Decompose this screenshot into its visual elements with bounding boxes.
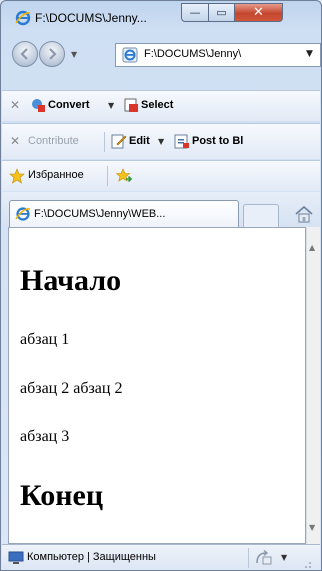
paragraph-2: абзац 2 абзац 2	[20, 380, 123, 397]
heading-start: Начало	[20, 264, 122, 297]
select-button[interactable]: Select	[141, 99, 173, 111]
edit-dropdown-icon[interactable]: ▼	[158, 137, 164, 146]
home-icon[interactable]	[294, 205, 314, 223]
back-arrow-icon	[20, 48, 28, 60]
status-separator	[248, 548, 249, 568]
window-controls: — ▭ ✕	[181, 3, 283, 24]
scroll-up-icon[interactable]: ▲	[309, 243, 315, 252]
toolbar-contribute: ✕ Contribute Edit ▼ Post to Bl	[2, 123, 320, 159]
paragraph-3: абзац 3	[20, 428, 70, 445]
recent-pages-dropdown-icon[interactable]: ▼	[71, 50, 77, 59]
address-bar[interactable]: F:\DOCUMS\Jenny\ ▼	[115, 43, 321, 67]
window-title: F:\DOCUMS\Jenny...	[35, 11, 147, 25]
edit-button[interactable]: Edit	[129, 135, 150, 147]
maximize-button[interactable]: ▭	[209, 3, 235, 22]
address-text: F:\DOCUMS\Jenny\	[144, 48, 242, 60]
page-ie-icon	[122, 47, 138, 63]
paragraph-1: абзац 1	[20, 331, 70, 348]
favorites-bar: Избранное	[2, 160, 320, 191]
convert-dropdown-icon[interactable]: ▼	[108, 101, 114, 110]
tab-label: F:\DOCUMS\Jenny\WEB...	[34, 208, 166, 220]
scroll-down-icon[interactable]: ▼	[309, 523, 315, 532]
ie-logo-icon	[15, 10, 31, 26]
close-toolbar-icon[interactable]: ✕	[10, 98, 20, 112]
computer-zone-icon	[8, 551, 24, 564]
convert-button[interactable]: Convert	[48, 99, 90, 111]
address-dropdown-icon[interactable]: ▼	[306, 49, 313, 59]
title-bar[interactable]: F:\DOCUMS\Jenny... — ▭ ✕	[1, 1, 321, 35]
minimize-button[interactable]: —	[181, 3, 209, 22]
status-bar: Компьютер | Защищенны ▼	[2, 544, 320, 570]
tab-active[interactable]: F:\DOCUMS\Jenny\WEB...	[9, 200, 239, 227]
favorites-star-icon	[9, 168, 25, 184]
navigation-bar: ▼ F:\DOCUMS\Jenny\ ▼	[1, 38, 321, 72]
toolbar-convert: ✕ Convert ▼ Select	[2, 90, 320, 121]
contribute-button[interactable]: Contribute	[28, 135, 79, 147]
maximize-icon: ▭	[216, 6, 227, 19]
browser-window: F:\DOCUMS\Jenny... — ▭ ✕ ▼ F:\DOCUMS\Jen…	[0, 0, 322, 571]
favorites-separator	[107, 166, 108, 186]
toolbar-separator	[104, 132, 105, 152]
post-to-blog-button[interactable]: Post to Bl	[192, 135, 243, 147]
close-button[interactable]: ✕	[235, 3, 283, 22]
post-to-blog-icon	[174, 134, 189, 149]
security-zone-text[interactable]: Компьютер | Защищенны	[27, 551, 156, 563]
vertical-scrollbar[interactable]: ▲ ▼	[306, 227, 320, 544]
select-icon	[124, 98, 138, 112]
tab-ie-icon	[15, 207, 31, 221]
heading-end: Конец	[20, 479, 104, 512]
tab-strip: F:\DOCUMS\Jenny\WEB...	[2, 192, 320, 227]
close-toolbar-icon[interactable]: ✕	[10, 134, 20, 148]
close-icon: ✕	[253, 5, 264, 20]
back-button[interactable]	[12, 41, 38, 67]
forward-button[interactable]	[39, 41, 65, 67]
page-content: Начало абзац 1 абзац 2 абзац 2 абзац 3 К…	[8, 227, 306, 544]
zoom-dropdown-icon[interactable]: ▼	[281, 553, 287, 562]
add-to-favorites-icon[interactable]	[116, 168, 132, 184]
zoom-icon[interactable]	[254, 550, 274, 566]
edit-icon	[111, 134, 127, 149]
new-tab-button[interactable]	[243, 204, 279, 227]
favorites-button[interactable]: Избранное	[28, 169, 84, 181]
minimize-icon: —	[189, 6, 201, 19]
convert-icon	[32, 99, 45, 112]
resize-grip-icon[interactable]	[302, 559, 312, 569]
forward-arrow-icon	[49, 48, 57, 60]
